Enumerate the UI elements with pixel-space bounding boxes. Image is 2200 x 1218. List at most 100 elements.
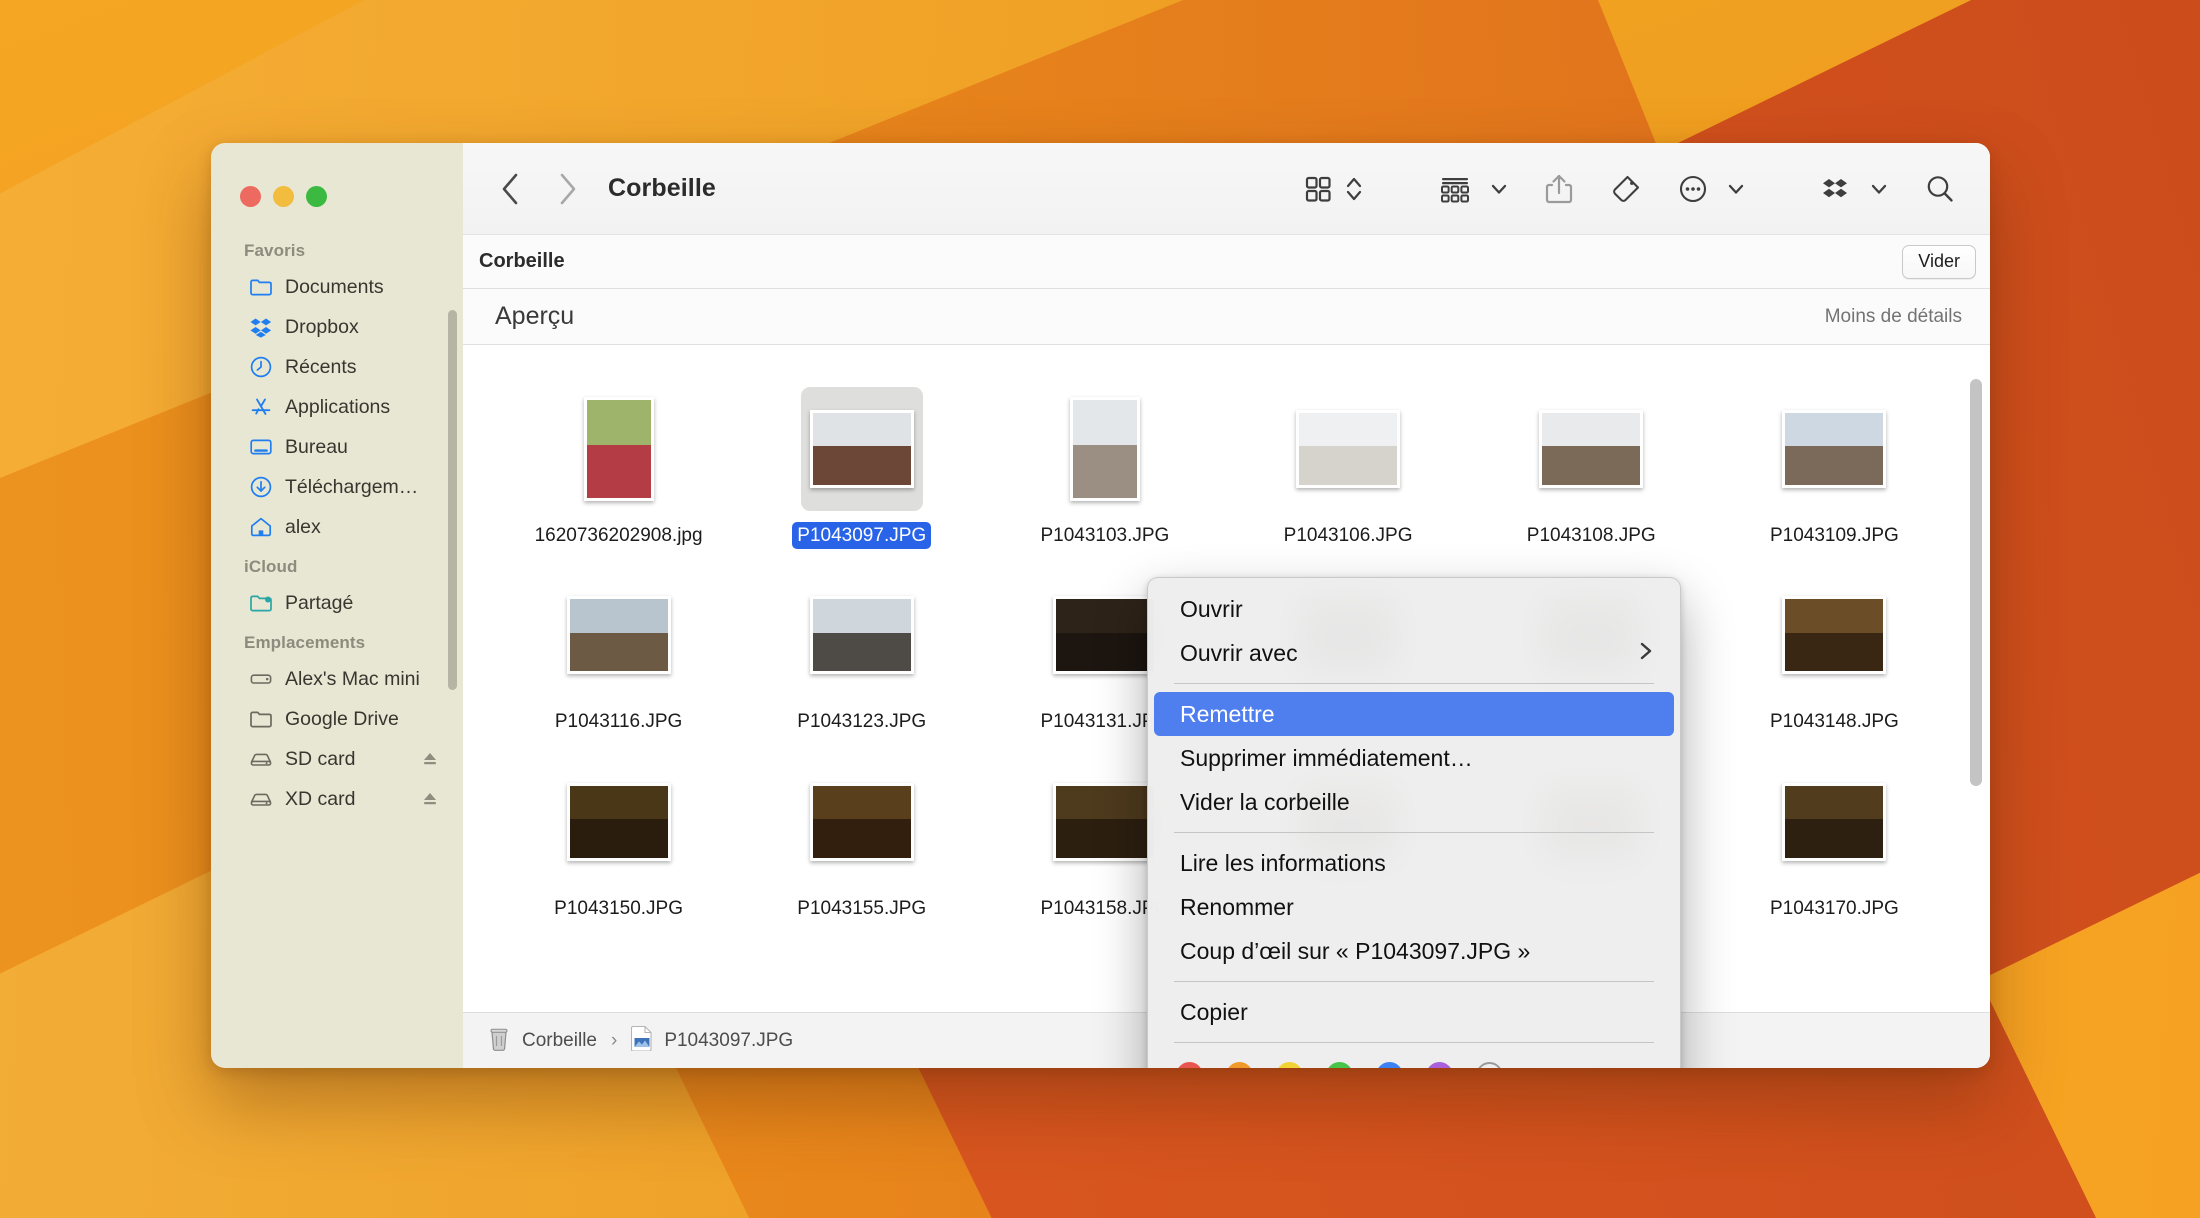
zoom-button[interactable]: [306, 186, 327, 207]
path-root-label: Corbeille: [522, 1029, 597, 1051]
tag-icon[interactable]: [1604, 167, 1648, 211]
sidebar-item-google-drive[interactable]: Google Drive: [219, 699, 455, 739]
file-thumbnail-wrapper: [1773, 760, 1895, 884]
context-menu-item[interactable]: Copier: [1154, 990, 1674, 1034]
file-item[interactable]: P1043155.JPG: [740, 744, 983, 922]
more-actions-icon[interactable]: [1672, 167, 1714, 211]
dropbox-chevron-down-icon[interactable]: [1864, 167, 1894, 211]
path-segment-root[interactable]: Corbeille: [487, 1024, 597, 1057]
context-menu-item[interactable]: Lire les informations: [1154, 841, 1674, 885]
context-menu-item[interactable]: Coup d’œil sur « P1043097.JPG »: [1154, 929, 1674, 973]
file-thumbnail-image: [566, 782, 671, 861]
file-item[interactable]: 1620736202908.jpg: [497, 371, 740, 549]
file-item[interactable]: P1043108.JPG: [1470, 371, 1713, 549]
sidebar-item-partag[interactable]: Partagé: [219, 583, 455, 623]
file-thumbnail-image: [1782, 596, 1887, 675]
tag-color-icon[interactable]: [1226, 1062, 1253, 1068]
file-name-label: P1043155.JPG: [797, 897, 927, 919]
path-separator: ›: [610, 1029, 618, 1051]
sidebar-item-sd-card[interactable]: SD card: [219, 739, 455, 779]
minimize-button[interactable]: [273, 186, 294, 207]
file-thumbnail-image: [809, 596, 914, 675]
context-menu-item[interactable]: Ouvrir avec: [1154, 631, 1674, 675]
context-menu-item[interactable]: Vider la corbeille: [1154, 780, 1674, 824]
file-item[interactable]: P1043150.JPG: [497, 744, 740, 922]
path-file-label: P1043097.JPG: [664, 1029, 794, 1051]
file-item[interactable]: P1043097.JPG: [740, 371, 983, 550]
file-name-label: P1043116.JPG: [554, 711, 683, 733]
file-name-label: P1043108.JPG: [1526, 525, 1656, 546]
desktop-wallpaper: Favoris Documents Dropbox Récents Applicatio…: [0, 0, 2200, 1218]
sidebar-item-t-l-chargem[interactable]: Téléchargem…: [219, 467, 455, 507]
dropbox-icon[interactable]: [1815, 167, 1857, 211]
sidebar-item-r-cents[interactable]: Récents: [219, 347, 455, 387]
context-menu-item[interactable]: Ouvrir: [1154, 587, 1674, 631]
more-actions-chevron-down-icon[interactable]: [1721, 167, 1751, 211]
sidebar-sections: Favoris Documents Dropbox Récents Applicatio…: [211, 207, 463, 819]
tag-color-icon[interactable]: [1376, 1062, 1403, 1068]
context-menu-item[interactable]: Renommer: [1154, 885, 1674, 929]
file-thumbnail-wrapper: [801, 760, 923, 884]
sidebar-item-alex[interactable]: alex: [219, 507, 455, 547]
mac-mini-icon: [249, 667, 273, 691]
sidebar-item-bureau[interactable]: Bureau: [219, 427, 455, 467]
disk-icon: [249, 787, 273, 811]
sidebar-item-dropbox[interactable]: Dropbox: [219, 307, 455, 347]
file-item[interactable]: P1043106.JPG: [1227, 371, 1470, 549]
context-menu-item[interactable]: Supprimer immédiatement…: [1154, 736, 1674, 780]
file-item[interactable]: P1043109.JPG: [1713, 371, 1956, 549]
finder-toolbar: Corbeille: [463, 143, 1990, 235]
search-icon[interactable]: [1918, 167, 1962, 211]
content-scrollbar[interactable]: [1970, 379, 1982, 786]
trash-icon: [487, 1024, 511, 1057]
share-icon[interactable]: [1538, 167, 1580, 211]
sidebar-item-label: Google Drive: [285, 707, 399, 730]
sidebar-section-title: Emplacements: [244, 633, 366, 652]
clock-icon: [249, 355, 273, 379]
group-view-chevron-down-icon[interactable]: [1484, 167, 1514, 211]
tag-none-icon[interactable]: [1476, 1062, 1503, 1068]
file-thumbnail-wrapper: [1773, 387, 1895, 511]
context-menu-item[interactable]: Remettre: [1154, 692, 1674, 736]
sidebar-item-alex-s-mac-mini[interactable]: Alex's Mac mini: [219, 659, 455, 699]
page-title: Corbeille: [608, 174, 716, 202]
sidebar-item-xd-card[interactable]: XD card: [219, 779, 455, 819]
file-thumbnail-image: [809, 782, 914, 861]
empty-trash-button[interactable]: Vider: [1902, 244, 1976, 279]
details-toggle-link[interactable]: Moins de détails: [1825, 306, 1962, 328]
file-item[interactable]: P1043116.JPG: [497, 557, 740, 735]
close-button[interactable]: [240, 186, 261, 207]
tag-color-icon[interactable]: [1276, 1062, 1303, 1068]
context-menu-item-label: Coup d’œil sur « P1043097.JPG »: [1180, 937, 1531, 964]
back-button[interactable]: [489, 168, 531, 210]
file-name-label: P1043097.JPG: [792, 522, 932, 550]
context-menu-item-label: Renommer: [1180, 893, 1294, 920]
tag-color-icon[interactable]: [1176, 1062, 1203, 1068]
eject-icon[interactable]: [421, 750, 439, 768]
desktop-icon: [249, 435, 273, 459]
file-name-label: P1043170.JPG: [1769, 897, 1899, 919]
sidebar-item-label: Partagé: [285, 591, 354, 614]
sort-chevrons-icon[interactable]: [1339, 167, 1369, 211]
eject-icon[interactable]: [421, 790, 439, 808]
sidebar-item-applications[interactable]: Applications: [219, 387, 455, 427]
sidebar-item-label: Applications: [285, 395, 391, 418]
sidebar-scrollbar[interactable]: [448, 310, 457, 690]
sidebar-item-documents[interactable]: Documents: [219, 267, 455, 307]
file-item[interactable]: P1043123.JPG: [740, 557, 983, 735]
file-item[interactable]: P1043170.JPG: [1713, 744, 1956, 922]
path-segment-file[interactable]: P1043097.JPG: [631, 1025, 793, 1056]
tag-color-icon[interactable]: [1426, 1062, 1453, 1068]
grid-view-icon[interactable]: [1297, 167, 1339, 211]
file-thumbnail-image: [809, 410, 914, 488]
file-name-label: P1043123.JPG: [797, 711, 927, 733]
file-name-label: P1043106.JPG: [1283, 525, 1413, 546]
tag-color-icon[interactable]: [1326, 1062, 1353, 1068]
applications-icon: [249, 395, 273, 419]
file-thumbnail-wrapper: [558, 760, 680, 884]
forward-button[interactable]: [547, 168, 589, 210]
file-item[interactable]: P1043103.JPG: [983, 371, 1226, 549]
menu-separator: [1174, 1042, 1654, 1043]
group-view-icon[interactable]: [1433, 167, 1477, 211]
file-item[interactable]: P1043148.JPG: [1713, 557, 1956, 735]
